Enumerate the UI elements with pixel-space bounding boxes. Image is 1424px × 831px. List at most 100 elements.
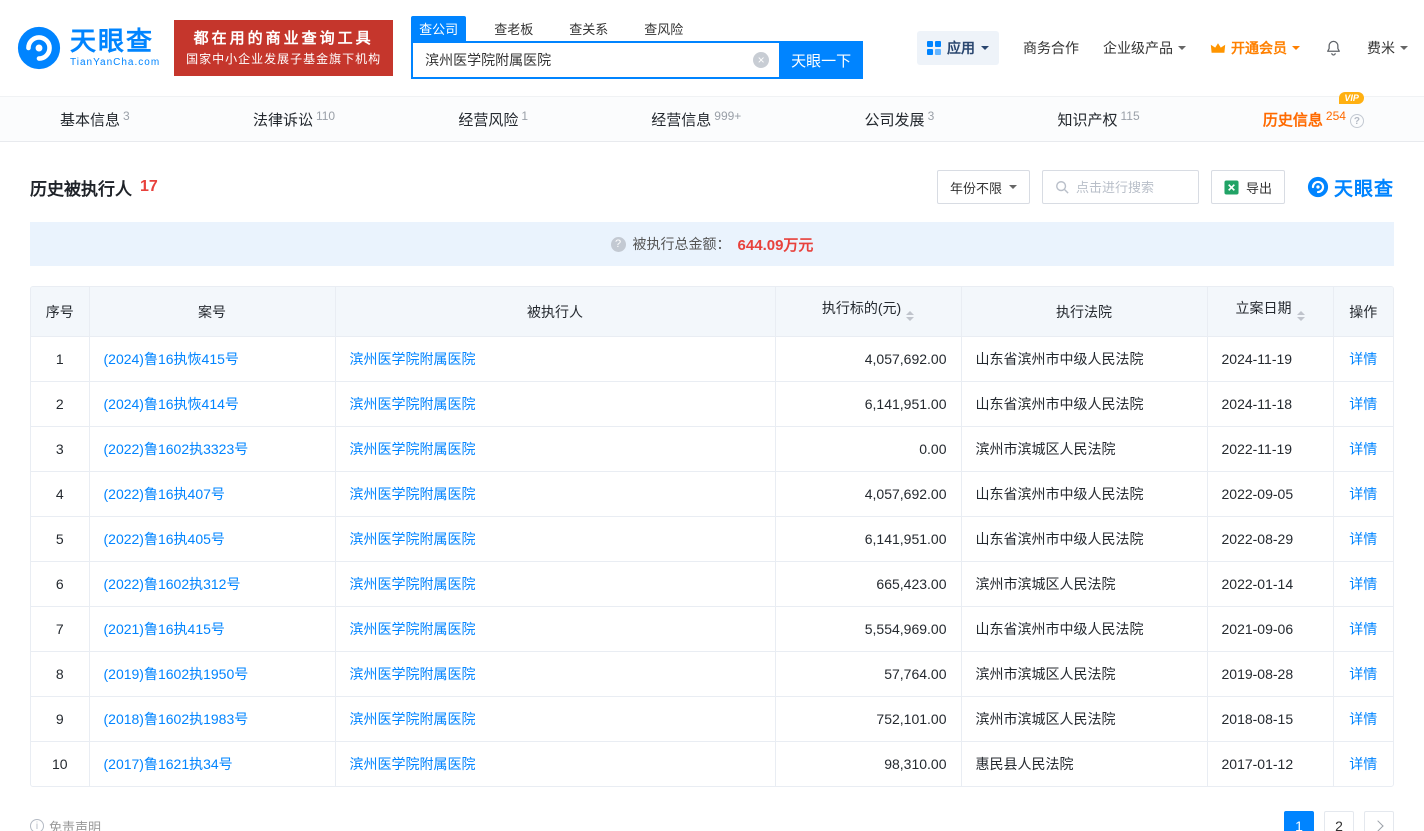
- tab-count: 999+: [714, 109, 741, 123]
- main-content: 历史被执行人 17 年份不限: [0, 170, 1424, 831]
- page-button-1[interactable]: 1: [1284, 811, 1314, 831]
- amount-cell: 6,141,951.00: [775, 382, 961, 427]
- case-number-link[interactable]: (2024)鲁16执恢414号: [104, 396, 239, 412]
- detail-link[interactable]: 详情: [1349, 531, 1377, 547]
- logo-brand-text: 天眼查: [70, 28, 160, 54]
- search-button[interactable]: 天眼一下: [779, 41, 863, 79]
- tab-company-development[interactable]: 公司发展3: [863, 105, 937, 134]
- question-icon[interactable]: ?: [611, 237, 626, 252]
- executed-person-link[interactable]: 滨州医学院附属医院: [350, 756, 476, 772]
- court-cell: 惠民县人民法院: [961, 742, 1207, 787]
- court-cell: 山东省滨州市中级人民法院: [961, 517, 1207, 562]
- tianyancha-logo[interactable]: 天眼查 TianYanCha.com: [16, 25, 160, 71]
- case-number-link[interactable]: (2021)鲁16执415号: [104, 621, 225, 637]
- executed-person-link[interactable]: 滨州医学院附属医院: [350, 351, 476, 367]
- table-search-box[interactable]: [1042, 170, 1199, 204]
- header-filing-date-sortable[interactable]: 立案日期: [1207, 287, 1333, 337]
- logo-domain-text: TianYanCha.com: [70, 58, 160, 68]
- detail-link[interactable]: 详情: [1349, 351, 1377, 367]
- executed-person-cell: 滨州医学院附属医院: [335, 472, 775, 517]
- detail-link[interactable]: 详情: [1349, 441, 1377, 457]
- court-cell: 山东省滨州市中级人民法院: [961, 607, 1207, 652]
- table-row: 8(2019)鲁1602执1950号滨州医学院附属医院57,764.00滨州市滨…: [31, 652, 1393, 697]
- watermark-brand-text: 天眼查: [1334, 174, 1394, 201]
- detail-link[interactable]: 详情: [1349, 621, 1377, 637]
- sort-icon[interactable]: [906, 307, 914, 325]
- case-number-link[interactable]: (2024)鲁16执恢415号: [104, 351, 239, 367]
- amount-cell: 752,101.00: [775, 697, 961, 742]
- executed-person-link[interactable]: 滨州医学院附属医院: [350, 531, 476, 547]
- detail-link[interactable]: 详情: [1349, 666, 1377, 682]
- search-tab-boss[interactable]: 查老板: [486, 16, 541, 41]
- case-number-link[interactable]: (2022)鲁16执407号: [104, 486, 225, 502]
- tab-count: 254: [1326, 109, 1346, 123]
- company-search-input[interactable]: [411, 41, 779, 79]
- open-vip-menu[interactable]: 开通会员: [1210, 38, 1300, 58]
- executed-person-link[interactable]: 滨州医学院附属医院: [350, 576, 476, 592]
- notifications-button[interactable]: [1324, 39, 1343, 58]
- header-index: 序号: [31, 287, 89, 337]
- row-index: 8: [31, 652, 89, 697]
- search-tab-relation[interactable]: 查关系: [561, 16, 616, 41]
- detail-link[interactable]: 详情: [1349, 486, 1377, 502]
- detail-link[interactable]: 详情: [1349, 396, 1377, 412]
- user-account-menu[interactable]: 费米: [1367, 38, 1408, 58]
- case-number-link[interactable]: (2022)鲁16执405号: [104, 531, 225, 547]
- case-number-link[interactable]: (2017)鲁1621执34号: [104, 756, 233, 772]
- detail-link[interactable]: 详情: [1349, 756, 1377, 772]
- filing-date-cell: 2022-01-14: [1207, 562, 1333, 607]
- executed-person-link[interactable]: 滨州医学院附属医院: [350, 396, 476, 412]
- tab-basic-info[interactable]: 基本信息3: [58, 105, 132, 134]
- pagination: 1 2: [1284, 811, 1394, 831]
- tab-intellectual-property[interactable]: 知识产权115: [1055, 105, 1141, 134]
- sort-icon[interactable]: [1297, 307, 1305, 325]
- detail-link[interactable]: 详情: [1349, 711, 1377, 727]
- executed-person-link[interactable]: 滨州医学院附属医院: [350, 486, 476, 502]
- enterprise-products-menu[interactable]: 企业级产品: [1103, 38, 1186, 58]
- amount-cell: 98,310.00: [775, 742, 961, 787]
- action-cell: 详情: [1333, 697, 1393, 742]
- tianyancha-logo-icon: [1307, 176, 1329, 198]
- action-cell: 详情: [1333, 337, 1393, 382]
- filing-date-cell: 2019-08-28: [1207, 652, 1333, 697]
- year-filter-dropdown[interactable]: 年份不限: [937, 170, 1030, 204]
- action-cell: 详情: [1333, 382, 1393, 427]
- filing-date-cell: 2017-01-12: [1207, 742, 1333, 787]
- executed-person-link[interactable]: 滨州医学院附属医院: [350, 711, 476, 727]
- amount-cell: 6,141,951.00: [775, 517, 961, 562]
- chevron-down-icon: [981, 46, 989, 54]
- case-number-link[interactable]: (2022)鲁1602执3323号: [104, 441, 249, 457]
- help-question-icon[interactable]: ?: [1350, 114, 1364, 128]
- next-page-button[interactable]: [1364, 811, 1394, 831]
- tab-history-info[interactable]: VIP 历史信息254?: [1261, 105, 1366, 134]
- search-tab-company[interactable]: 查公司: [411, 16, 466, 41]
- case-number-link[interactable]: (2018)鲁1602执1983号: [104, 711, 249, 727]
- header: 天眼查 TianYanCha.com 都在用的商业查询工具 国家中小企业发展子基…: [0, 0, 1424, 96]
- executed-person-link[interactable]: 滨州医学院附属医院: [350, 621, 476, 637]
- executed-person-link[interactable]: 滨州医学院附属医院: [350, 441, 476, 457]
- table-row: 3(2022)鲁1602执3323号滨州医学院附属医院0.00滨州市滨城区人民法…: [31, 427, 1393, 472]
- header-executed-person: 被执行人: [335, 287, 775, 337]
- tab-legal-litigation[interactable]: 法律诉讼110: [251, 105, 337, 134]
- court-cell: 山东省滨州市中级人民法院: [961, 382, 1207, 427]
- row-index: 9: [31, 697, 89, 742]
- header-amount-sortable[interactable]: 执行标的(元): [775, 287, 961, 337]
- header-court: 执行法院: [961, 287, 1207, 337]
- search-tab-risk[interactable]: 查风险: [636, 16, 691, 41]
- chevron-down-icon: [1178, 46, 1186, 54]
- chevron-right-icon: [1372, 820, 1383, 831]
- executed-person-link[interactable]: 滨州医学院附属医院: [350, 666, 476, 682]
- executed-person-cell: 滨州医学院附属医院: [335, 607, 775, 652]
- table-search-input[interactable]: [1076, 180, 1186, 195]
- business-cooperation-link[interactable]: 商务合作: [1023, 38, 1079, 58]
- tab-operation-info[interactable]: 经营信息999+: [649, 105, 743, 134]
- page-button-2[interactable]: 2: [1324, 811, 1354, 831]
- export-button[interactable]: 导出: [1211, 170, 1285, 204]
- detail-link[interactable]: 详情: [1349, 576, 1377, 592]
- tianyancha-logo-icon: [16, 25, 62, 71]
- case-number-link[interactable]: (2022)鲁1602执312号: [104, 576, 241, 592]
- case-number-link[interactable]: (2019)鲁1602执1950号: [104, 666, 249, 682]
- disclaimer-link[interactable]: i 免责声明: [30, 817, 101, 831]
- apps-menu[interactable]: 应用: [917, 31, 999, 65]
- tab-operation-risk[interactable]: 经营风险1: [456, 105, 530, 134]
